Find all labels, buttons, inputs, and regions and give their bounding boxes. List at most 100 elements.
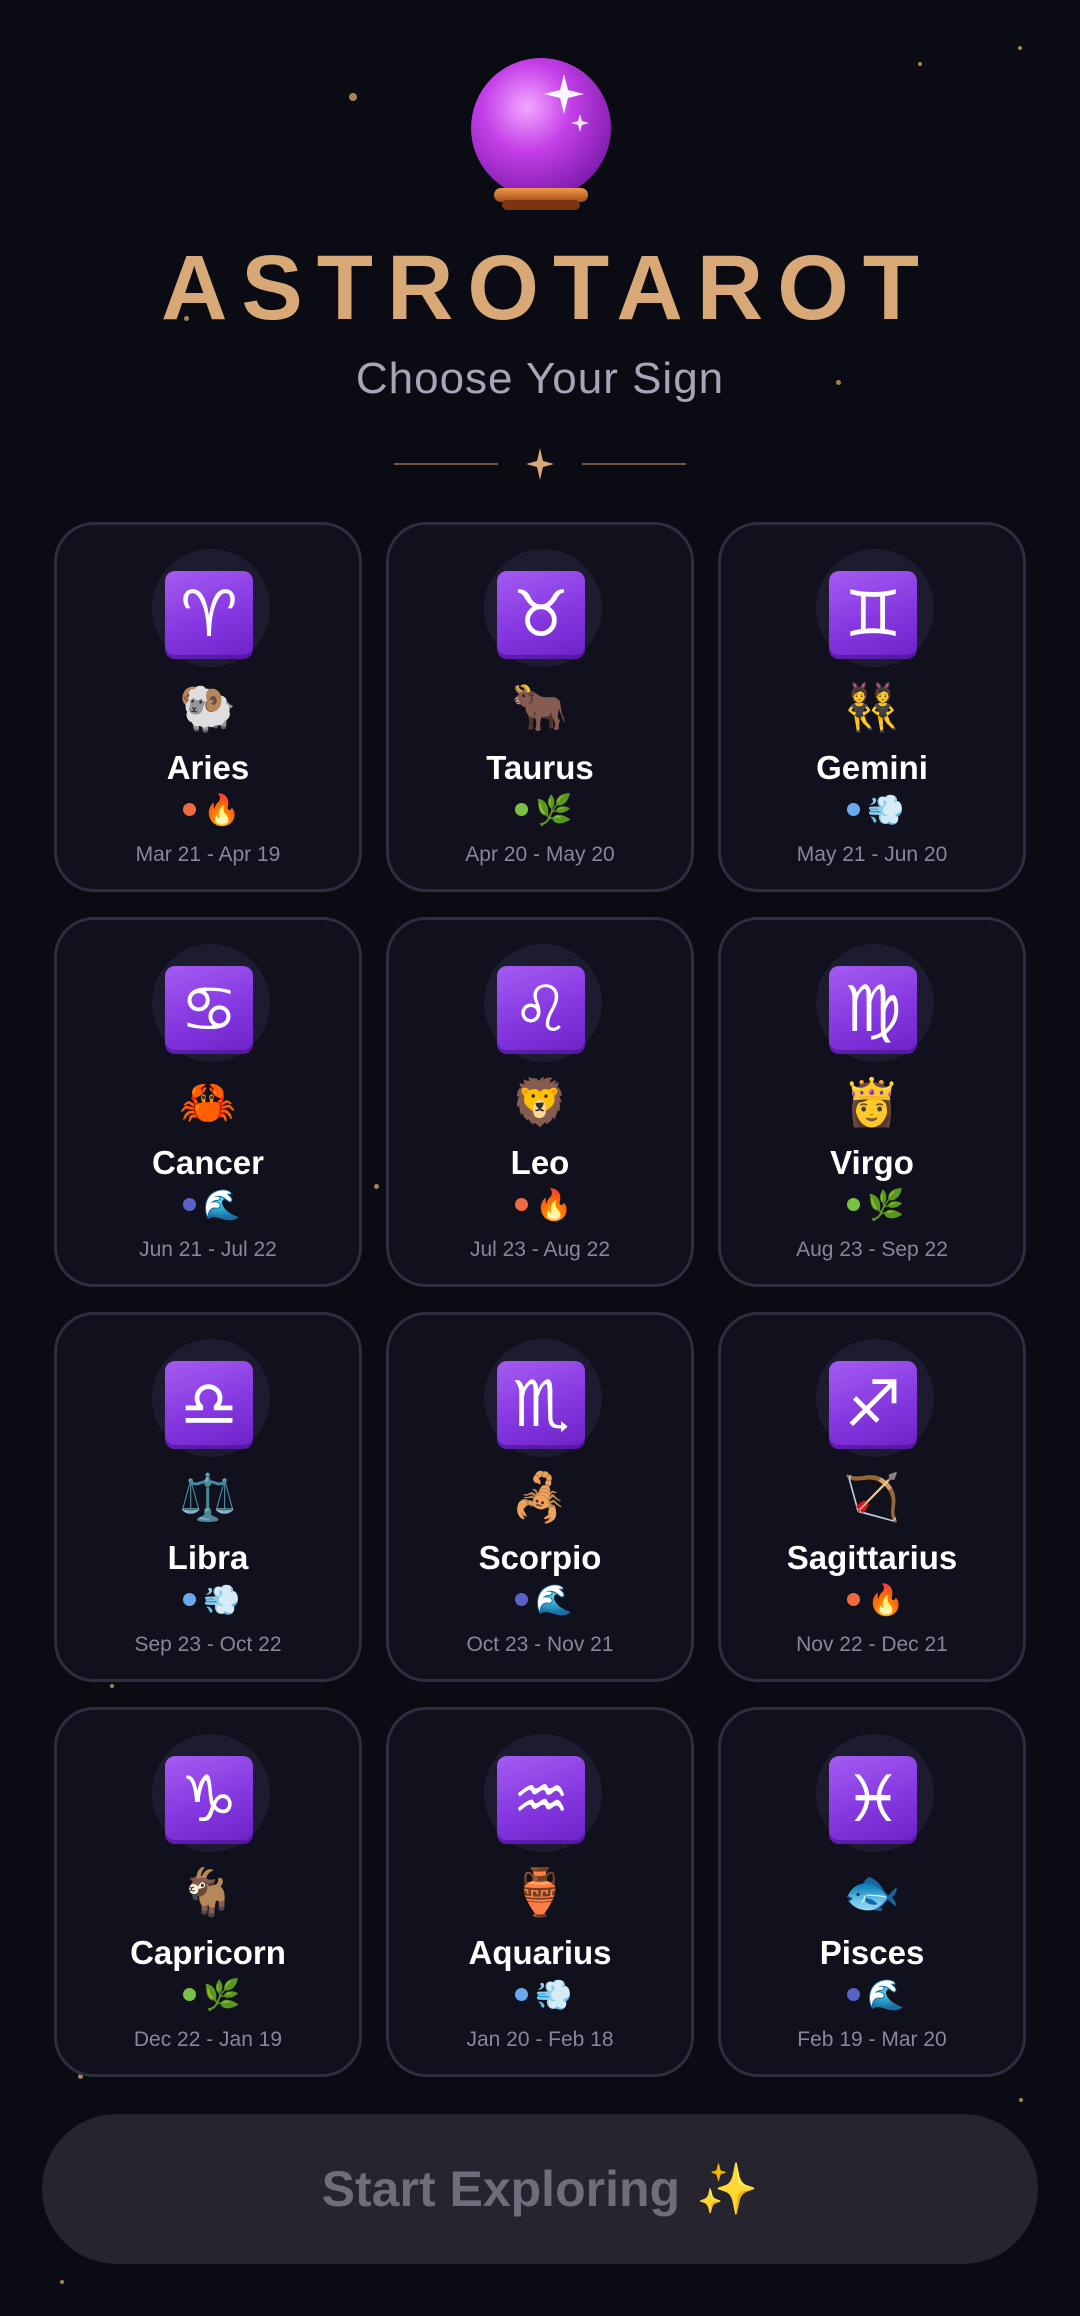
- sign-card-aries[interactable]: ♈ 🐏 Aries 🔥 Mar 21 - Apr 19: [54, 522, 362, 892]
- element-indicator: 💨: [57, 1583, 359, 1625]
- page-subtitle: Choose Your Sign: [355, 354, 725, 403]
- fire-dot: [847, 1593, 860, 1606]
- divider-line: [582, 463, 686, 465]
- element-indicator: 🌿: [389, 793, 691, 835]
- sign-card-libra[interactable]: ♎ ⚖️ Libra 💨 Sep 23 - Oct 22: [54, 1312, 362, 1682]
- ram-icon: 🐏: [179, 680, 237, 734]
- sign-name: Aries: [166, 749, 250, 786]
- water-dot: [515, 1593, 528, 1606]
- sign-name: Scorpio: [478, 1539, 602, 1576]
- goat-icon: 🐐: [179, 1865, 237, 1919]
- start-exploring-button[interactable]: Start Exploring ✨: [42, 2114, 1038, 2264]
- sign-dates: Jul 23 - Aug 22: [469, 1238, 611, 1261]
- sign-dates: Sep 23 - Oct 22: [134, 1633, 282, 1656]
- sign-name: Libra: [167, 1539, 249, 1576]
- libra-symbol-icon: ♎: [165, 1361, 253, 1449]
- ornament-divider: [0, 444, 1080, 484]
- earth-dot: [847, 1198, 860, 1211]
- element-indicator: 🔥: [57, 793, 359, 835]
- element-indicator: 💨: [721, 793, 1023, 835]
- start-exploring-label: Start Exploring: [321, 2161, 681, 2217]
- fire-icon: 🔥: [203, 793, 241, 828]
- star-decoration: [918, 62, 922, 66]
- sign-dates: Feb 19 - Mar 20: [797, 2028, 947, 2051]
- element-indicator: 🌿: [721, 1188, 1023, 1230]
- sign-dates: Jan 20 - Feb 18: [466, 2028, 614, 2051]
- sign-name: Leo: [510, 1144, 570, 1181]
- sign-card-leo[interactable]: ♌ 🦁 Leo 🔥 Jul 23 - Aug 22: [386, 917, 694, 1287]
- element-indicator: 🔥: [721, 1583, 1023, 1625]
- star-decoration: [1018, 46, 1022, 50]
- sign-name: Sagittarius: [786, 1539, 958, 1576]
- wind-icon: 💨: [535, 1978, 573, 2013]
- element-indicator: 🌊: [57, 1188, 359, 1230]
- sign-name: Aquarius: [468, 1934, 612, 1971]
- sparkle-icon: [526, 448, 554, 480]
- star-decoration: [1019, 2098, 1023, 2102]
- sagittarius-symbol-icon: ♐: [829, 1361, 917, 1449]
- element-indicator: 🌿: [57, 1978, 359, 2020]
- star-decoration: [60, 2280, 64, 2284]
- air-dot: [515, 1988, 528, 2001]
- sparkles-icon: ✨: [696, 2159, 759, 2218]
- element-indicator: 🔥: [389, 1188, 691, 1230]
- ox-icon: 🐂: [511, 680, 569, 734]
- aries-symbol-icon: ♈: [165, 571, 253, 659]
- capricorn-symbol-icon: ♑: [165, 1756, 253, 1844]
- sign-dates: Jun 21 - Jul 22: [139, 1238, 277, 1261]
- app-title: ASTROTAROT: [160, 237, 933, 339]
- sign-dates: Oct 23 - Nov 21: [466, 1633, 614, 1656]
- bow-arrow-icon: 🏹: [843, 1470, 901, 1524]
- amphora-icon: 🏺: [511, 1865, 569, 1919]
- element-indicator: 💨: [389, 1978, 691, 2020]
- element-indicator: 🌊: [389, 1583, 691, 1625]
- fire-dot: [183, 803, 196, 816]
- scorpio-symbol-icon: ♏: [497, 1361, 585, 1449]
- herb-icon: 🌿: [203, 1978, 241, 2013]
- sign-dates: Nov 22 - Dec 21: [796, 1633, 948, 1656]
- wave-icon: 🌊: [535, 1583, 573, 1618]
- sign-card-gemini[interactable]: ♊ 👯 Gemini 💨 May 21 - Jun 20: [718, 522, 1026, 892]
- crab-icon: 🦀: [179, 1075, 237, 1129]
- wind-icon: 💨: [203, 1583, 241, 1618]
- gemini-symbol-icon: ♊: [829, 571, 917, 659]
- air-dot: [847, 803, 860, 816]
- scales-icon: ⚖️: [179, 1470, 237, 1524]
- pisces-symbol-icon: ♓: [829, 1756, 917, 1844]
- star-decoration: [110, 1684, 114, 1688]
- wave-icon: 🌊: [203, 1188, 241, 1223]
- divider-line: [394, 463, 498, 465]
- air-dot: [183, 1593, 196, 1606]
- sign-dates: Dec 22 - Jan 19: [133, 2028, 283, 2051]
- fire-dot: [515, 1198, 528, 1211]
- element-indicator: 🌊: [721, 1978, 1023, 2020]
- sign-card-capricorn[interactable]: ♑ 🐐 Capricorn 🌿 Dec 22 - Jan 19: [54, 1707, 362, 2077]
- sign-card-pisces[interactable]: ♓ 🐟 Pisces 🌊 Feb 19 - Mar 20: [718, 1707, 1026, 2077]
- sign-name: Taurus: [486, 749, 594, 786]
- lion-icon: 🦁: [511, 1075, 569, 1129]
- water-dot: [847, 1988, 860, 2001]
- water-dot: [183, 1198, 196, 1211]
- fire-icon: 🔥: [867, 1583, 905, 1618]
- fire-icon: 🔥: [535, 1188, 573, 1223]
- aquarius-symbol-icon: ♒: [497, 1756, 585, 1844]
- sign-name: Cancer: [152, 1144, 264, 1181]
- wave-icon: 🌊: [867, 1978, 905, 2013]
- sign-card-taurus[interactable]: ♉ 🐂 Taurus 🌿 Apr 20 - May 20: [386, 522, 694, 892]
- sign-card-sagittarius[interactable]: ♐ 🏹 Sagittarius 🔥 Nov 22 - Dec 21: [718, 1312, 1026, 1682]
- sign-card-scorpio[interactable]: ♏ 🦂 Scorpio 🌊 Oct 23 - Nov 21: [386, 1312, 694, 1682]
- scorpion-icon: 🦂: [511, 1470, 569, 1524]
- sign-card-virgo[interactable]: ♍ 👸 Virgo 🌿 Aug 23 - Sep 22: [718, 917, 1026, 1287]
- taurus-symbol-icon: ♉: [497, 571, 585, 659]
- sign-card-cancer[interactable]: ♋ 🦀 Cancer 🌊 Jun 21 - Jul 22: [54, 917, 362, 1287]
- sign-card-aquarius[interactable]: ♒ 🏺 Aquarius 💨 Jan 20 - Feb 18: [386, 1707, 694, 2077]
- sign-name: Pisces: [819, 1934, 925, 1971]
- sign-dates: Aug 23 - Sep 22: [796, 1238, 948, 1261]
- leo-symbol-icon: ♌: [497, 966, 585, 1054]
- virgo-symbol-icon: ♍: [829, 966, 917, 1054]
- crystal-ball-icon: [468, 58, 614, 214]
- star-decoration: [349, 93, 357, 101]
- earth-dot: [183, 1988, 196, 2001]
- sign-name: Capricorn: [130, 1934, 286, 1971]
- star-decoration: [374, 1184, 379, 1189]
